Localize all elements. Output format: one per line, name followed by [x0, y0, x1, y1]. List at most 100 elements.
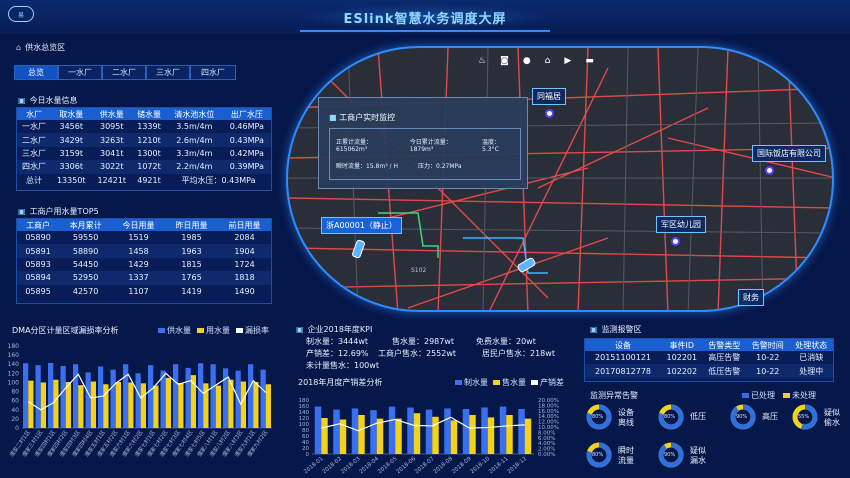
column-header: 工商户 [17, 219, 60, 231]
table-cell: 四水厂 [17, 160, 51, 174]
table-cell: 1963 [165, 244, 218, 258]
tab-plant-4[interactable]: 四水厂 [190, 65, 236, 80]
table-cell: 2.2m/4m [166, 160, 223, 174]
monitor-icon: ▣ [18, 96, 26, 105]
donut-pct: 90% [664, 452, 676, 458]
table-cell: 1107 [128, 286, 149, 296]
poi-label-kindergarten[interactable]: 军区幼儿园 [656, 216, 706, 233]
table-cell: 高压告警 [708, 353, 741, 363]
metric: 今日累计流量：1879m³ [409, 139, 452, 153]
tab-plant-3[interactable]: 三水厂 [146, 65, 190, 80]
bar-use [40, 382, 46, 428]
bar-use [90, 381, 96, 428]
x-tick-label: 2018-05 [377, 456, 399, 476]
table-row: 一水厂 3456t 3095t 1339t 3.5m/4m 0.46MPa [17, 120, 271, 133]
table-row: 05895 42570 1107 1419 1490 [17, 285, 271, 298]
kpi-item: 制水量：3444wt [306, 337, 369, 346]
column-header: 告警时间 [746, 339, 790, 351]
table-cell: 1815 [181, 259, 202, 269]
tab-plant-2[interactable]: 二水厂 [102, 65, 146, 80]
donut-label: 高压 [762, 412, 778, 421]
fire-icon[interactable]: ♨ [478, 56, 486, 66]
bar-use [140, 383, 146, 428]
table-cell: 20170812778 [585, 364, 662, 378]
vehicle-label[interactable]: 浙A00001（静止） [321, 217, 402, 234]
home-icon[interactable]: ⌂ [545, 56, 551, 66]
bar-supply [35, 365, 41, 428]
bar-supply [110, 369, 116, 428]
poi-label-finance[interactable]: 财务 [738, 289, 764, 306]
location-pin-icon[interactable] [545, 109, 554, 118]
column-header: 事件ID [661, 339, 703, 351]
y-tick-label: 80 [11, 389, 19, 396]
bar-sales [524, 418, 532, 454]
bar-production [333, 409, 340, 454]
table-row: 05890 59550 1519 1985 2084 [17, 231, 271, 244]
car-icon[interactable]: ▬ [585, 56, 594, 66]
popup-title: ■ 工商户实时监控 [329, 113, 396, 122]
bar-supply [73, 364, 79, 428]
road-name: S102 [411, 267, 427, 274]
table-row: 05893 54450 1429 1815 1724 [17, 258, 271, 271]
x-tick-label: 2018-08 [433, 456, 455, 476]
table-cell: 58890 [59, 244, 113, 258]
bar-supply [23, 363, 29, 428]
table-cell: 1490 [234, 286, 255, 296]
x-tick-label: 2018-01 [303, 456, 324, 475]
table-cell: 1419 [181, 286, 202, 296]
table-cell: 4921t [137, 175, 161, 185]
kpi-title: ▣ 企业2018年度KPI [296, 325, 373, 334]
top5-table-box: 工商户 本月累计 今日用量 昨日用量 前日用量 05890 59550 1519 19… [16, 218, 272, 304]
road-line [577, 48, 589, 310]
legend-item: 供水量 [158, 325, 191, 336]
table-row[interactable]: 20151100121 102201 高压告警 10-22 已消缺 [585, 351, 833, 364]
bar-production [370, 410, 377, 454]
table-cell: 1519 [128, 233, 149, 243]
donut-item: 80% 设备 离线 [586, 404, 646, 434]
kpi-item: 免费水量：20wt [476, 337, 536, 346]
minor-road [687, 48, 699, 310]
location-pin-icon[interactable] [765, 166, 774, 175]
table-cell: 13350t [56, 175, 86, 185]
monitor-popup[interactable]: ■ 工商户实时监控 正累计流量：615062m³ 今日累计流量：1879m³ 温… [318, 97, 528, 189]
monitor-icon: ▣ [296, 325, 304, 334]
table-cell: 102202 [661, 364, 703, 378]
camera-icon[interactable]: ◙ [500, 56, 509, 66]
bar-use [178, 382, 184, 428]
legend-item: 已处理 [742, 390, 775, 401]
donut-item: 90% 高压 [730, 404, 790, 434]
minor-road [757, 48, 764, 310]
video-icon[interactable]: ▶ [564, 56, 571, 66]
tab-plant-1[interactable]: 一水厂 [58, 65, 102, 80]
location-pin-icon[interactable]: ● [523, 56, 531, 66]
donut-pct: 80% [664, 414, 676, 420]
location-pin-icon[interactable] [671, 237, 680, 246]
donut-item: 55% 疑似 偷水 [792, 404, 850, 434]
table-cell: 0.39MPa [222, 160, 271, 174]
donut-label: 瞬时 流量 [618, 446, 634, 465]
donut-label: 设备 离线 [618, 408, 634, 427]
bar-use [215, 385, 221, 428]
table-cell: 3041t [100, 148, 124, 158]
x-tick-label: 2018-02 [322, 456, 343, 475]
tab-overview[interactable]: 总览 [14, 65, 58, 80]
donut-label: 疑似 偷水 [824, 408, 840, 427]
bar-supply [123, 364, 129, 428]
column-header: 水厂 [17, 108, 51, 120]
poi-label-hotel[interactable]: 国际饭店有限公司 [752, 145, 826, 162]
poi-label-tongfu[interactable]: 同福居 [532, 88, 566, 105]
column-header: 今日用量 [112, 219, 166, 231]
bar-sales [469, 415, 476, 454]
bar-sales [413, 413, 421, 454]
alarm-table-box: 设备 事件ID 告警类型 告警时间 处理状态 20151100121 102201… [584, 338, 834, 382]
table-cell: 1339t [137, 122, 161, 132]
table-cell: 1429 [128, 259, 149, 269]
popup-metrics: 正累计流量：615062m³ 今日累计流量：1879m³ 温度：5.3°C 瞬时… [329, 128, 521, 180]
bar-sales [450, 420, 458, 454]
x-tick-label: 2018-10 [470, 456, 492, 476]
legend-item: 用水量 [197, 325, 230, 336]
y-tick-label: 100 [8, 379, 20, 386]
monitor-icon: ▣ [18, 207, 26, 216]
table-row[interactable]: 20170812778 102202 低压告警 10-22 处理中 [585, 364, 833, 378]
table-cell: 05890 [25, 233, 51, 243]
